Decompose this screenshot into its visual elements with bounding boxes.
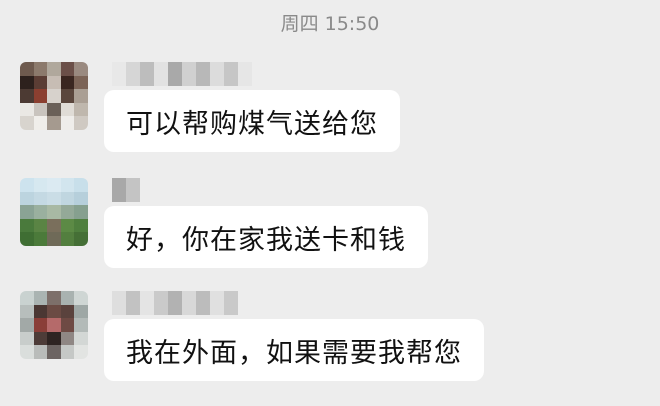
message-row: 我在外面，如果需要我帮您 (0, 291, 660, 401)
message-row: 可以帮购煤气送给您 (0, 62, 660, 172)
chat-timestamp: 周四 15:50 (280, 13, 380, 35)
sender-nickname-blurred (112, 291, 238, 317)
sender-avatar[interactable] (20, 291, 88, 359)
message-bubble[interactable]: 可以帮购煤气送给您 (104, 90, 400, 152)
sender-nickname-blurred (112, 62, 252, 88)
message-bubble[interactable]: 我在外面，如果需要我帮您 (104, 319, 484, 381)
sender-avatar[interactable] (20, 178, 88, 246)
sender-nickname-blurred (112, 178, 140, 204)
sender-avatar[interactable] (20, 62, 88, 130)
message-bubble[interactable]: 好，你在家我送卡和钱 (104, 206, 428, 268)
message-row: 好，你在家我送卡和钱 (0, 178, 660, 288)
